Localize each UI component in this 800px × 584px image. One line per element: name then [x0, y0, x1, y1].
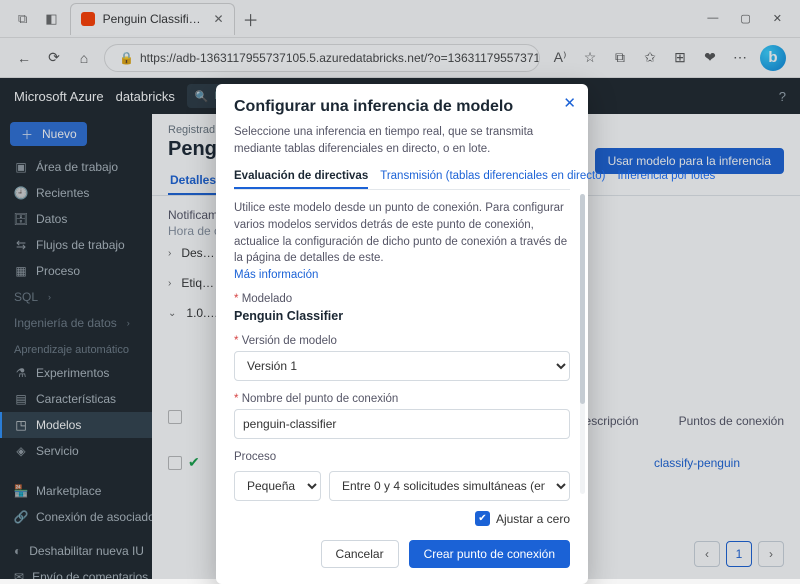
modal-subtitle: Seleccione una inferencia en tiempo real…	[234, 124, 570, 157]
label-scale-to-zero: Ajustar a cero	[496, 512, 570, 526]
modal-title: Configurar una inferencia de modelo	[234, 98, 570, 116]
modal-tab-streaming[interactable]: Transmisión (tablas diferenciales en dir…	[380, 165, 605, 189]
more-info-link[interactable]: Más información	[234, 269, 318, 281]
label-version: * Versión de modelo	[234, 335, 570, 347]
modal-tabs: Evaluación de directivas Transmisión (ta…	[234, 165, 570, 190]
modal-tab-policy[interactable]: Evaluación de directivas	[234, 165, 368, 189]
select-compute-desc[interactable]: Entre 0 y 4 solicitudes simultáneas (ent…	[329, 471, 570, 501]
select-version[interactable]: Versión 1	[234, 351, 570, 381]
create-endpoint-button[interactable]: Crear punto de conexión	[409, 540, 570, 568]
label-compute: Proceso	[234, 451, 570, 463]
scrollbar-thumb[interactable]	[580, 194, 585, 404]
modal-scrollbar[interactable]	[580, 194, 585, 494]
modal-description: Utilice este modelo desde un punto de co…	[234, 200, 570, 267]
value-model: Penguin Classifier	[234, 309, 570, 323]
modal-tab-batch[interactable]: Inferencia por lotes	[617, 165, 715, 189]
close-icon[interactable]: ✕	[563, 94, 576, 112]
select-compute-size[interactable]: Pequeña	[234, 471, 321, 501]
input-endpoint-name[interactable]	[234, 409, 570, 439]
label-endpoint-name: * Nombre del punto de conexión	[234, 393, 570, 405]
cancel-button[interactable]: Cancelar	[321, 540, 399, 568]
configure-inference-modal: ✕ Configurar una inferencia de modelo Se…	[216, 84, 588, 584]
label-model: * Modelado	[234, 293, 570, 305]
checkbox-scale-to-zero[interactable]: ✔	[475, 511, 490, 526]
